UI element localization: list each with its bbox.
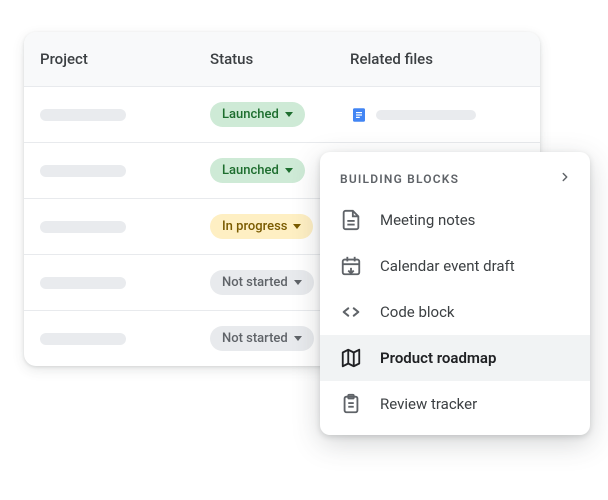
header-status: Status	[194, 32, 334, 86]
cell-project	[24, 277, 194, 289]
cell-status: Not started	[194, 270, 334, 295]
menu-header[interactable]: BUILDING BLOCKS	[320, 162, 590, 197]
chevron-down-icon	[285, 112, 293, 117]
header-files: Related files	[334, 32, 540, 86]
chevron-down-icon	[294, 336, 302, 341]
header-project: Project	[24, 32, 194, 86]
menu-item-review-tracker[interactable]: Review tracker	[320, 381, 590, 427]
project-name-placeholder	[40, 333, 126, 345]
cell-related-files	[334, 106, 540, 124]
roadmap-icon	[340, 347, 362, 369]
status-chip[interactable]: Launched	[210, 158, 305, 183]
building-blocks-menu: BUILDING BLOCKS Meeting notes Calendar ev…	[320, 152, 590, 435]
cell-project	[24, 109, 194, 121]
cell-project	[24, 165, 194, 177]
cell-project	[24, 333, 194, 345]
menu-item-product-roadmap[interactable]: Product roadmap	[320, 335, 590, 381]
menu-item-label: Product roadmap	[380, 349, 496, 367]
status-label: Launched	[222, 163, 279, 178]
status-label: Launched	[222, 107, 279, 122]
table-header-row: Project Status Related files	[24, 32, 540, 86]
project-name-placeholder	[40, 165, 126, 177]
status-label: Not started	[222, 331, 288, 346]
calendar-icon	[340, 255, 362, 277]
menu-item-calendar-event-draft[interactable]: Calendar event draft	[320, 243, 590, 289]
doc-icon[interactable]	[350, 106, 368, 124]
notes-icon	[340, 209, 362, 231]
status-chip[interactable]: Launched	[210, 102, 305, 127]
file-name-placeholder	[376, 110, 476, 120]
menu-title: BUILDING BLOCKS	[340, 172, 459, 186]
chevron-right-icon	[558, 170, 572, 187]
menu-item-label: Review tracker	[380, 395, 477, 413]
menu-item-label: Code block	[380, 303, 455, 321]
status-chip[interactable]: Not started	[210, 326, 314, 351]
table-row: Launched	[24, 86, 540, 142]
menu-item-code-block[interactable]: Code block	[320, 289, 590, 335]
status-chip[interactable]: In progress	[210, 214, 313, 239]
status-label: In progress	[222, 219, 287, 234]
chevron-down-icon	[285, 168, 293, 173]
cell-status: Not started	[194, 326, 334, 351]
menu-item-meeting-notes[interactable]: Meeting notes	[320, 197, 590, 243]
chevron-down-icon	[294, 280, 302, 285]
project-name-placeholder	[40, 221, 126, 233]
project-name-placeholder	[40, 109, 126, 121]
status-label: Not started	[222, 275, 288, 290]
project-name-placeholder	[40, 277, 126, 289]
menu-item-label: Calendar event draft	[380, 257, 515, 275]
cell-status: Launched	[194, 102, 334, 127]
cell-status: In progress	[194, 214, 334, 239]
menu-item-label: Meeting notes	[380, 211, 475, 229]
status-chip[interactable]: Not started	[210, 270, 314, 295]
cell-status: Launched	[194, 158, 334, 183]
chevron-down-icon	[293, 224, 301, 229]
cell-project	[24, 221, 194, 233]
review-icon	[340, 393, 362, 415]
code-icon	[340, 301, 362, 323]
